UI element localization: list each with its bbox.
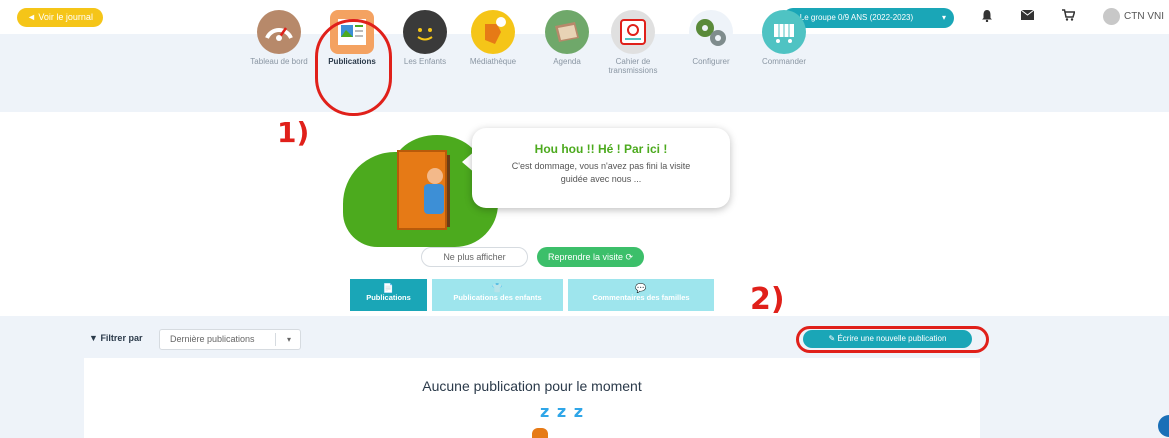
- tab-publications[interactable]: 📄 Publications: [350, 279, 427, 311]
- user-menu[interactable]: CTN VNI: [1103, 8, 1164, 26]
- children-icon: [403, 10, 447, 54]
- tour-title: Hou hou !! Hé ! Par ici !: [534, 142, 668, 156]
- empty-state-message: Aucune publication pour le moment: [422, 378, 642, 394]
- filter-label: ▼ Filtrer par: [89, 333, 142, 343]
- dismiss-tour-button[interactable]: Ne plus afficher: [421, 247, 528, 267]
- chevron-down-icon: ▾: [286, 335, 291, 344]
- nav-label: Les Enfants: [403, 57, 447, 66]
- settings-gears-icon: [689, 10, 733, 54]
- comment-icon: 💬: [635, 283, 647, 293]
- filter-selected-value: Dernière publications: [170, 334, 255, 344]
- user-name: CTN VNI: [1124, 11, 1164, 23]
- annotation-circle-publications: [315, 19, 392, 116]
- tab-children-publications[interactable]: 👕 Publications des enfants: [432, 279, 563, 311]
- shopping-cart-icon: [762, 10, 806, 54]
- nav-label: Configurer: [692, 57, 730, 66]
- filter-select[interactable]: Dernière publications ▾: [159, 329, 301, 350]
- annotation-label-one: 1): [277, 116, 310, 149]
- view-journal-button[interactable]: ◄ Voir le journal: [17, 8, 103, 27]
- nav-item-configure[interactable]: Configurer: [680, 10, 742, 66]
- dashboard-gauge-icon: [257, 10, 301, 54]
- document-icon: 📄: [382, 283, 395, 293]
- tab-family-comments[interactable]: 💬 Commentaires des familles: [568, 279, 714, 311]
- select-separator: [275, 333, 276, 346]
- chevron-down-icon: ▾: [941, 13, 946, 22]
- nav-item-media-library[interactable]: Médiathèque: [462, 10, 524, 66]
- nav-label: Médiathèque: [469, 57, 517, 66]
- nav-item-agenda[interactable]: Agenda: [536, 10, 598, 66]
- tab-label: Commentaires des familles: [592, 293, 690, 302]
- nav-label: Cahier de transmissions: [608, 57, 658, 75]
- filter-label-text: Filtrer par: [100, 333, 143, 343]
- tour-subtitle: C'est dommage, vous n'avez pas fini la v…: [511, 161, 691, 184]
- mail-icon[interactable]: [1020, 9, 1034, 23]
- tab-label: Publications des enfants: [453, 293, 542, 302]
- nav-item-order[interactable]: Commander: [753, 10, 815, 66]
- tour-speech-bubble: Hou hou !! Hé ! Par ici ! C'est dommage,…: [472, 128, 730, 208]
- notebook-icon: [611, 10, 655, 54]
- shirt-icon: 👕: [491, 283, 504, 293]
- avatar: [1103, 8, 1120, 25]
- tab-label: Publications: [366, 293, 411, 302]
- bell-icon[interactable]: [980, 9, 994, 23]
- nav-item-children[interactable]: Les Enfants: [394, 10, 456, 66]
- nav-label: Commander: [761, 57, 806, 66]
- nav-label: Agenda: [553, 57, 581, 66]
- funnel-icon: ▼: [89, 333, 98, 343]
- annotation-circle-new-publication: [796, 326, 989, 353]
- publications-card: Aucune publication pour le moment: [84, 358, 980, 438]
- nav-item-dashboard[interactable]: Tableau de bord: [248, 10, 310, 66]
- group-selector-label: Le groupe 0/9 ANS (2022-2023): [799, 13, 914, 22]
- sleep-zzz-illustration: z z z: [540, 402, 585, 421]
- nav-label: Tableau de bord: [250, 57, 308, 66]
- media-library-icon: [471, 10, 515, 54]
- sleeping-character-illustration: [532, 428, 548, 438]
- cart-icon[interactable]: [1061, 9, 1076, 23]
- child-body-illustration: [424, 184, 444, 214]
- agenda-icon: [545, 10, 589, 54]
- nav-item-transmissions[interactable]: Cahier de transmissions: [602, 10, 664, 75]
- resume-tour-button[interactable]: Reprendre la visite ⟳: [537, 247, 644, 267]
- child-head-illustration: [427, 168, 443, 184]
- annotation-label-two: 2): [750, 282, 785, 317]
